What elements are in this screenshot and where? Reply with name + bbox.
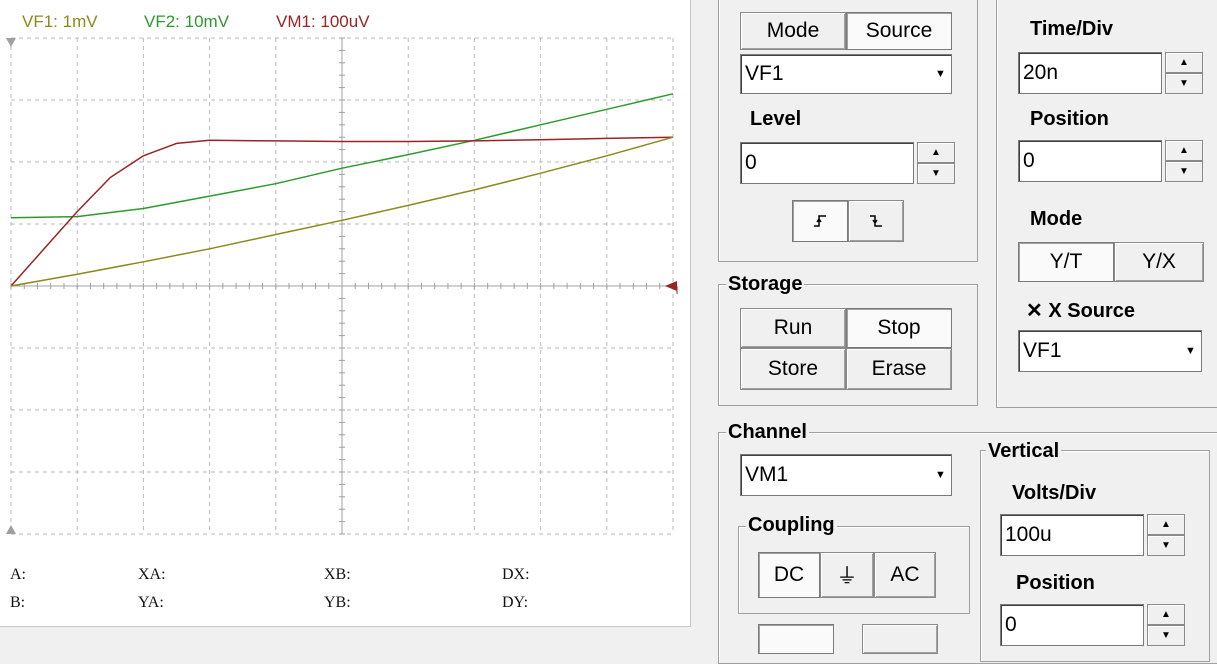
chevron-down-icon[interactable]: ▼: [932, 57, 949, 91]
time-div-label: Time/Div: [1030, 18, 1113, 40]
coupling-ac-button[interactable]: AC: [874, 552, 936, 598]
yx-mode-button[interactable]: Y/X: [1114, 242, 1204, 282]
falling-edge-icon: [870, 215, 882, 227]
channel-legend: Channel: [726, 421, 809, 444]
dy-label: DY:: [502, 594, 529, 611]
channel-scale-label-vf2: VF2: 10mV: [144, 12, 230, 31]
ground-icon: ⏚: [836, 565, 858, 588]
x-source-label: ✕ X Source: [1026, 300, 1136, 322]
xb-label: XB:: [324, 566, 351, 583]
storage-run-button[interactable]: Run: [740, 308, 846, 348]
cursor-a-label: A:: [10, 566, 26, 583]
trigger-source-button[interactable]: Source: [846, 12, 952, 50]
spin-up-icon[interactable]: ▲: [1147, 514, 1185, 535]
channel-scale-label-vm1: VM1: 100uV: [276, 12, 370, 31]
x-source-value: VF1: [1023, 339, 1062, 362]
trigger-source-select[interactable]: VF1 ▼: [740, 54, 952, 94]
yb-label: YB:: [324, 594, 351, 611]
vertical-legend: Vertical: [986, 440, 1062, 463]
storage-store-button[interactable]: Store: [740, 348, 846, 390]
vertical-position-input[interactable]: 0 ▲ ▼: [1000, 604, 1185, 646]
channel-invert-button[interactable]: [862, 624, 938, 654]
horizontal-position-label: Position: [1030, 108, 1109, 130]
chevron-down-icon[interactable]: ▼: [1182, 333, 1199, 369]
display-mode-label: Mode: [1030, 208, 1083, 230]
spin-down-icon[interactable]: ▼: [917, 163, 955, 184]
xa-label: XA:: [138, 566, 166, 583]
spin-up-icon[interactable]: ▲: [1147, 604, 1185, 625]
spin-up-icon[interactable]: ▲: [1165, 140, 1203, 161]
x-source-label-text: X Source: [1048, 300, 1136, 322]
volts-div-value: 100u: [1005, 523, 1052, 546]
spin-up-icon[interactable]: ▲: [917, 142, 955, 163]
trigger-level-input[interactable]: 0 ▲ ▼: [740, 142, 955, 184]
channel-select-value: VM1: [745, 463, 789, 486]
chevron-down-icon[interactable]: ▼: [932, 457, 949, 493]
scope-plot[interactable]: [0, 30, 690, 550]
bottom-marker-icon: [6, 525, 16, 534]
time-div-value: 20n: [1023, 61, 1059, 84]
coupling-legend: Coupling: [746, 514, 837, 537]
spin-up-icon[interactable]: ▲: [1165, 52, 1203, 73]
volts-div-input[interactable]: 100u ▲ ▼: [1000, 514, 1185, 556]
coupling-dc-button[interactable]: DC: [758, 552, 820, 598]
rising-edge-icon: [814, 215, 826, 227]
storage-stop-button[interactable]: Stop: [846, 308, 952, 348]
time-div-input[interactable]: 20n ▲ ▼: [1018, 52, 1203, 94]
cursor-b-label: B:: [10, 594, 26, 611]
falling-edge-button[interactable]: [848, 200, 904, 242]
horizontal-position-value: 0: [1023, 149, 1035, 172]
spin-down-icon[interactable]: ▼: [1165, 161, 1203, 182]
coupling-ground-button[interactable]: ⏚: [820, 552, 874, 598]
scope-display-area: VF1: 1mV VF2: 10mV VM1: 100uV A: B: XA: …: [0, 0, 692, 644]
rising-edge-button[interactable]: [792, 200, 848, 242]
vertical-position-label: Position: [1016, 572, 1095, 594]
volts-div-label: Volts/Div: [1012, 482, 1097, 504]
vertical-position-value: 0: [1005, 613, 1017, 636]
spin-down-icon[interactable]: ▼: [1165, 73, 1203, 94]
trigger-mode-button[interactable]: Mode: [740, 12, 846, 50]
top-marker-icon: [6, 38, 16, 47]
channel-scale-label-vf1: VF1: 1mV: [22, 12, 98, 31]
storage-legend: Storage: [726, 273, 805, 296]
trigger-level-label: Level: [750, 108, 802, 130]
ya-label: YA:: [138, 594, 164, 611]
channel-select[interactable]: VM1 ▼: [740, 454, 952, 496]
dx-label: DX:: [502, 566, 530, 583]
horizontal-position-input[interactable]: 0 ▲ ▼: [1018, 140, 1203, 182]
trigger-level-marker-icon: [665, 281, 677, 291]
spin-down-icon[interactable]: ▼: [1147, 625, 1185, 646]
trigger-source-value: VF1: [745, 62, 784, 85]
storage-erase-button[interactable]: Erase: [846, 348, 952, 390]
channel-on-button[interactable]: [758, 624, 834, 654]
scope-screen: VF1: 1mV VF2: 10mV VM1: 100uV A: B: XA: …: [0, 0, 691, 627]
spin-down-icon[interactable]: ▼: [1147, 535, 1185, 556]
trigger-level-value: 0: [745, 151, 757, 174]
x-source-select[interactable]: VF1 ▼: [1018, 330, 1202, 372]
yt-mode-button[interactable]: Y/T: [1018, 242, 1114, 282]
